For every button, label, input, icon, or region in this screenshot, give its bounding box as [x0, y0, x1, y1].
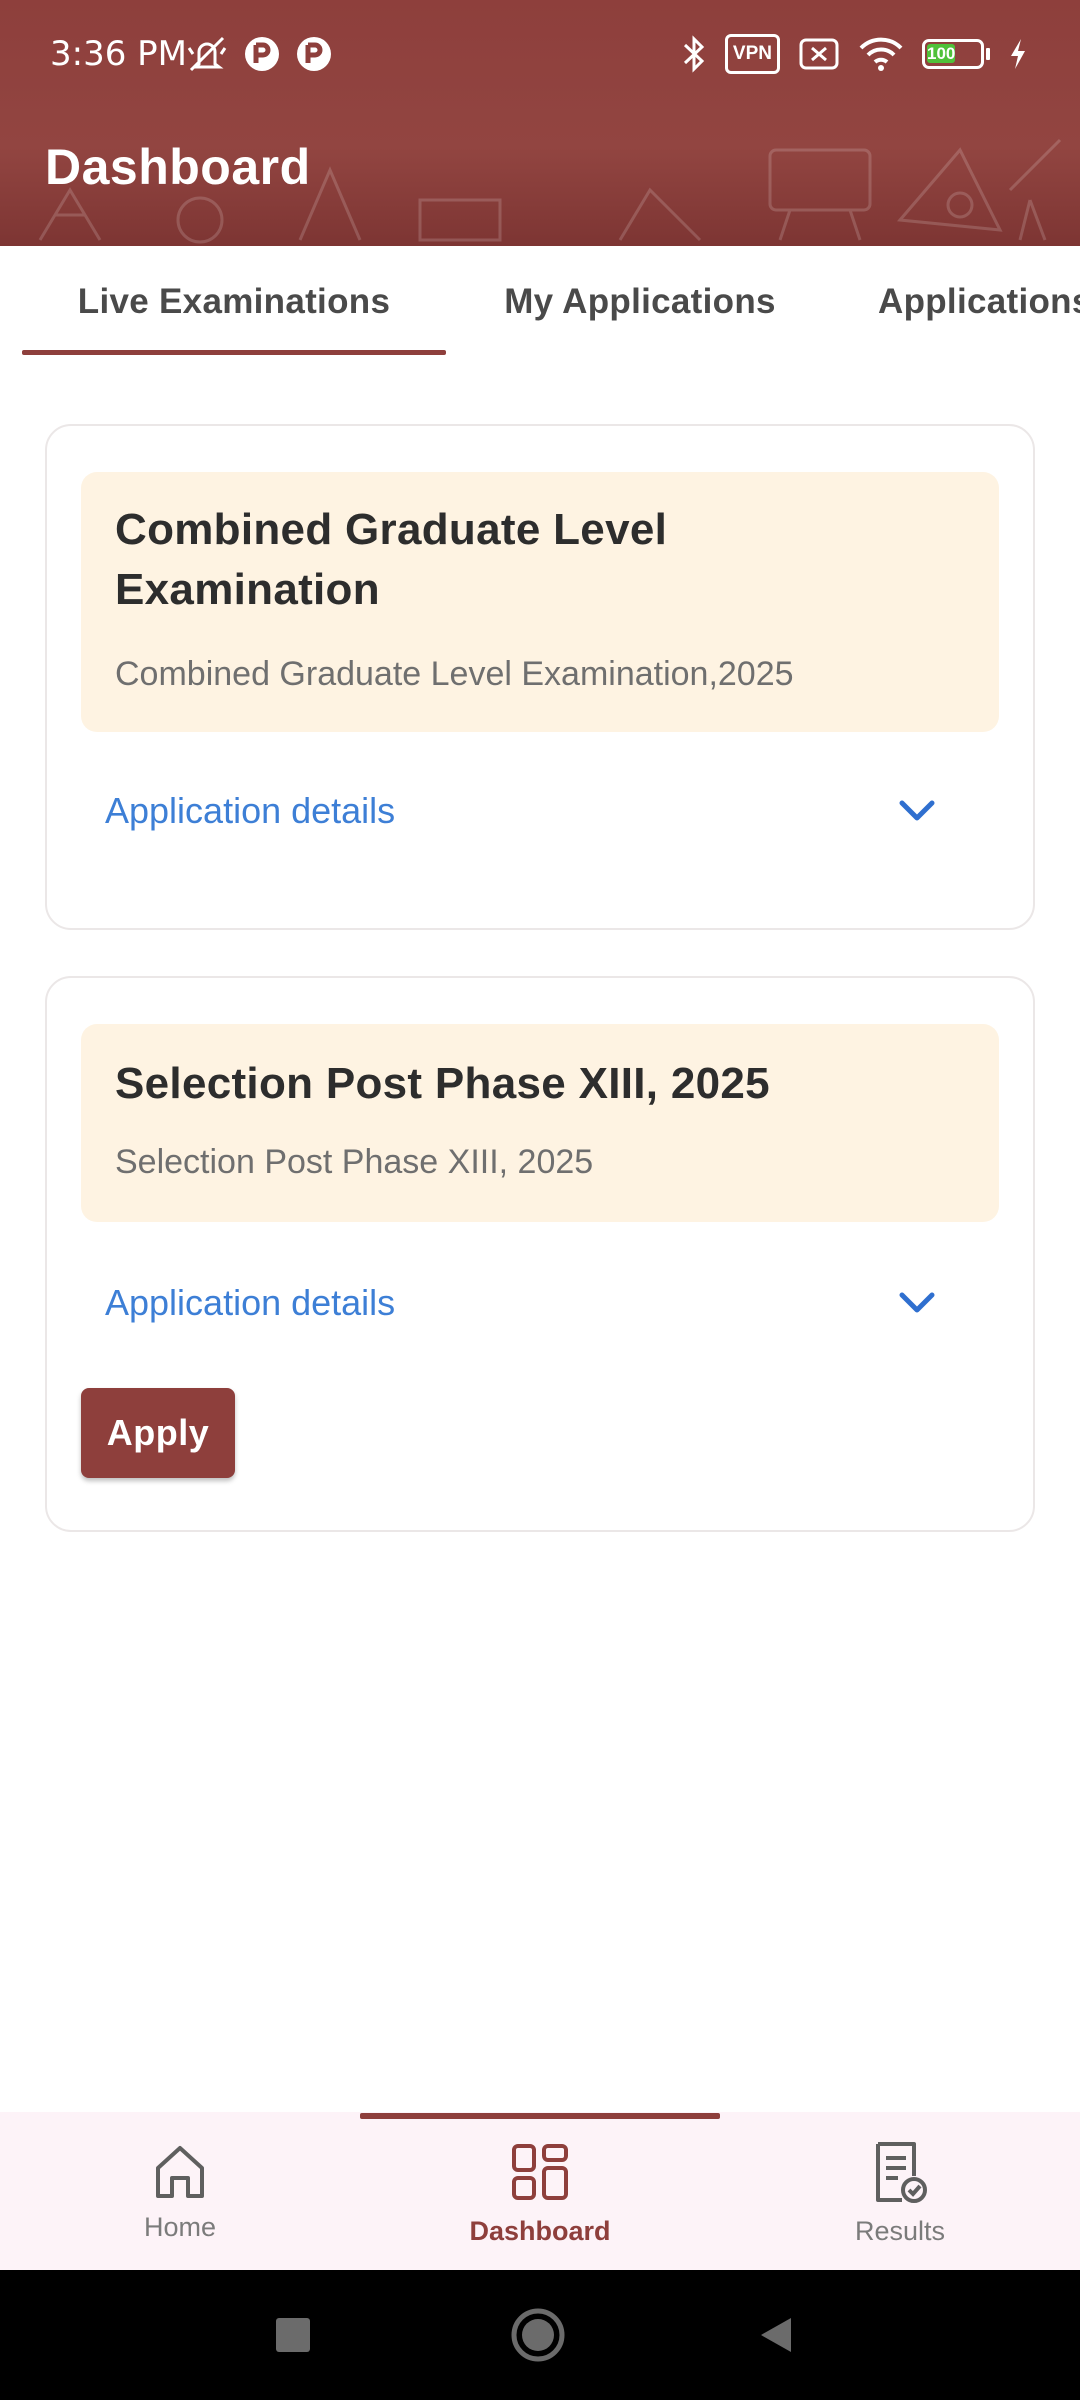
nav-results[interactable]: Results — [720, 2112, 1080, 2270]
app-header: 3:36 PM VPN 100 Dashboard — [0, 0, 1080, 246]
exam-card-header: Combined Graduate Level Examination Comb… — [81, 472, 999, 732]
app-notification-icon — [243, 34, 281, 74]
tab-label: My Applications — [504, 282, 776, 321]
back-triangle-icon — [761, 2318, 791, 2352]
chevron-down-icon[interactable] — [897, 791, 937, 831]
system-navigation-bar — [0, 2270, 1080, 2400]
home-icon — [156, 2146, 204, 2198]
exam-title-line: Combined Graduate Level — [115, 505, 668, 554]
tab-bar: Live Examinations My Applications Applic… — [0, 246, 1080, 358]
exam-subtitle: Combined Graduate Level Examination,2025 — [115, 655, 794, 693]
nav-dashboard[interactable]: Dashboard — [360, 2112, 720, 2270]
mute-icon — [185, 34, 229, 74]
application-details-label: Application details — [105, 790, 396, 831]
tab-applications[interactable]: Applications — [878, 246, 1080, 358]
exam-card: Selection Post Phase XIII, 2025 Selectio… — [45, 976, 1035, 1532]
square-icon — [276, 2318, 310, 2352]
vpn-icon: VPN — [724, 34, 780, 74]
application-details-toggle[interactable]: Application details — [81, 1268, 999, 1338]
apply-button[interactable]: Apply — [81, 1388, 235, 1478]
battery-icon: 100 — [922, 39, 990, 69]
dashboard-grid-icon — [512, 2144, 568, 2200]
app-notification-icon — [295, 34, 333, 74]
exam-title: Combined Graduate Level Examination — [115, 500, 667, 620]
exam-subtitle: Selection Post Phase XIII, 2025 — [115, 1143, 594, 1181]
bottom-navigation: Home Dashboard Results — [0, 2112, 1080, 2270]
charging-icon — [1008, 34, 1028, 74]
exam-title: Selection Post Phase XIII, 2025 — [115, 1059, 770, 1108]
exam-card-header: Selection Post Phase XIII, 2025 Selectio… — [81, 1024, 999, 1222]
tab-label: Applications — [878, 282, 1080, 321]
sim-error-icon — [798, 34, 840, 74]
circle-icon — [511, 2308, 565, 2362]
nav-home[interactable]: Home — [0, 2112, 360, 2270]
nav-label: Home — [143, 2212, 217, 2242]
nav-label: Dashboard — [469, 2216, 611, 2246]
application-details-toggle[interactable]: Application details — [81, 776, 999, 846]
wifi-icon — [858, 34, 904, 74]
application-details-label: Application details — [105, 1282, 396, 1323]
status-bar: 3:36 PM VPN 100 — [0, 0, 1080, 110]
nav-active-indicator — [360, 2113, 720, 2119]
results-document-icon — [876, 2142, 927, 2203]
tab-active-indicator — [22, 350, 446, 355]
nav-label: Results — [854, 2216, 946, 2246]
back-button[interactable] — [742, 2300, 812, 2370]
exam-card: Combined Graduate Level Examination Comb… — [45, 424, 1035, 930]
tab-label: Live Examinations — [77, 282, 391, 321]
bluetooth-icon — [681, 34, 707, 74]
battery-level: 100 — [927, 44, 956, 63]
chevron-down-icon[interactable] — [897, 1283, 937, 1323]
page-title: Dashboard — [45, 139, 311, 195]
exam-title-line: Examination — [115, 565, 380, 614]
tab-live-examinations[interactable]: Live Examinations — [22, 246, 446, 358]
home-system-button[interactable] — [503, 2300, 573, 2370]
status-time: 3:36 PM — [50, 34, 187, 74]
recents-button[interactable] — [258, 2300, 328, 2370]
tab-my-applications[interactable]: My Applications — [468, 246, 812, 358]
